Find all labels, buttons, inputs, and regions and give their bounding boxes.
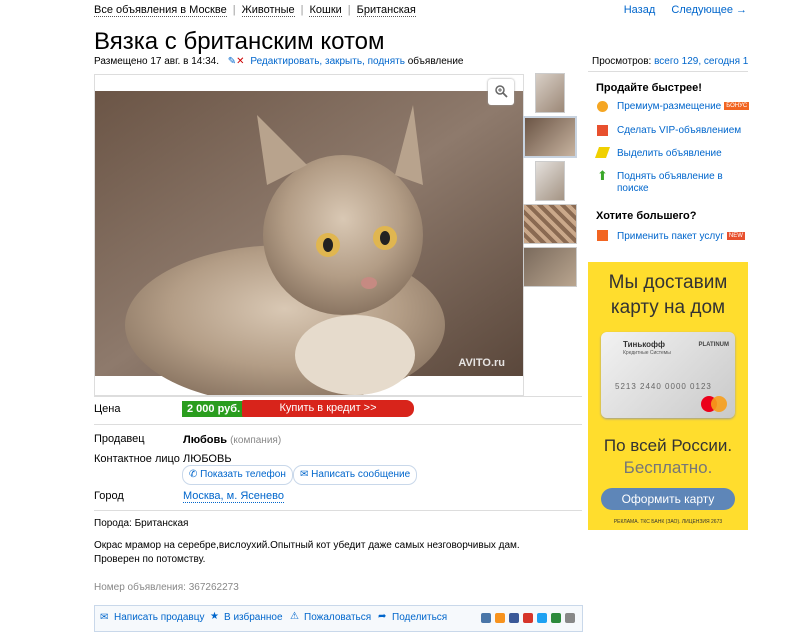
views-value[interactable]: всего 129, сегодня 1 [654,56,748,67]
share-link[interactable]: Поделиться [392,612,447,623]
odnoklassniki-share-icon[interactable] [495,613,505,623]
thumbnail[interactable] [523,247,577,287]
write-seller-link[interactable]: Написать продавцу [114,612,204,623]
city-value[interactable]: Москва, м. Ясенево [183,490,284,503]
favorites-link[interactable]: В избранное [224,612,283,623]
livejournal-share-icon[interactable] [551,613,561,623]
card-tier: PLATINUM [698,342,729,348]
banner-fine-print: РЕКЛАМА. ТКС БАНК (ЗАО). ЛИЦЕНЗИЯ 2673 [613,519,723,525]
photo-watermark: AVITO.ru [458,357,505,369]
contact-name: ЛЮБОВЬ [183,453,232,465]
write-message-label: Написать сообщение [311,469,411,480]
twitter-share-icon[interactable] [537,613,547,623]
views-counter: Просмотров: всего 129, сегодня 1 [592,56,748,67]
show-phone-label: Показать телефон [200,469,286,480]
ad-number: Номер объявления: 367262273 [94,582,239,593]
buy-on-credit-button[interactable]: Купить в кредит >> [242,400,414,417]
envelope-icon: ✉ [300,469,309,480]
description: Окрас мрамор на серебре,вислоухий.Опытны… [94,540,520,565]
write-seller-icon: ✉ [100,612,109,623]
sell-faster-title: Продайте быстрее! [596,82,702,94]
divider [94,510,582,511]
raise-ad-link[interactable]: Поднять объявление в поиске [617,171,727,195]
card-sub: Кредитные Системы [623,350,671,356]
banner-line2: карту на дом [610,297,726,318]
next-link[interactable]: Следующее → [671,4,747,16]
page-title: Вязка с британским котом [94,28,385,55]
want-more-title: Хотите большего? [596,210,697,222]
credit-card-image: Тинькофф Кредитные Системы PLATINUM 5213… [601,332,735,418]
banner-line1: Мы доставим [608,272,728,293]
link-share-icon[interactable] [565,613,575,623]
show-phone-button[interactable]: ✆ Показать телефон [182,465,293,485]
edit-ad-link[interactable]: Редактировать, закрыть, поднять [250,56,405,67]
contact-label: Контактное лицо [94,453,180,465]
order-card-button[interactable]: Оформить карту [601,488,735,510]
phone-icon: ✆ [189,469,198,480]
city-label: Город [94,490,124,502]
apply-package-label: Применить пакет услуг [617,231,724,242]
facebook-share-icon[interactable] [509,613,519,623]
divider [588,71,748,72]
banner-line4: Бесплатно. [623,458,713,477]
apply-package-link[interactable]: Применить пакет услуг NEW [617,231,745,243]
complain-link[interactable]: Пожаловаться [304,612,371,623]
banner-line3: По всей России. [603,436,733,455]
warning-icon: ⚠ [290,611,299,622]
magnifier-icon [494,84,508,101]
edit-suffix: объявление [407,56,464,67]
bonus-badge: БОНУС [724,102,750,111]
premium-placement-link[interactable]: Премиум-размещение БОНУС [617,101,750,113]
share-icon: ➦ [378,611,387,622]
seller-label: Продавец [94,433,145,445]
thumbnail[interactable] [523,204,577,244]
seller: Любовь (компания) [183,434,281,446]
coin-icon [597,101,608,112]
breadcrumb-british[interactable]: Британская [356,4,416,17]
vk-share-icon[interactable] [481,613,491,623]
card-brand: Тинькофф [623,340,666,349]
breadcrumb-separator: | [347,4,351,16]
close-icon: ✕ [236,56,245,67]
thumbnail-selected[interactable] [523,116,577,158]
thumbnail[interactable] [535,161,565,201]
breed: Порода: Британская [94,518,189,529]
make-vip-link[interactable]: Сделать VIP-объявлением [617,125,741,137]
price-value: 2 000 руб. [182,401,246,417]
price-label: Цена [94,403,121,415]
divider [94,396,582,397]
breadcrumb: Все объявления в Москве | Животные | Кошки | Б… [94,4,416,17]
main-photo[interactable]: AVITO.ru [94,74,524,396]
vip-icon [597,125,608,136]
breadcrumb-all-ads[interactable]: Все объявления в Москве [94,4,227,17]
back-link[interactable]: Назад [624,4,656,16]
ad-meta: Размещено 17 авг. в 14:34. ✎✕ Редактиров… [94,56,463,67]
breadcrumb-animals[interactable]: Животные [241,4,295,17]
seller-name: Любовь [183,434,228,446]
new-badge: NEW [726,232,745,241]
raise-icon: ⬆ [597,168,608,183]
star-icon: ★ [210,611,219,622]
thumbnail[interactable] [535,73,565,113]
mastercard-logo [701,396,727,412]
seller-type: (компания) [230,435,282,446]
breadcrumb-separator: | [300,4,304,16]
zoom-button[interactable] [488,79,514,105]
pencil-icon: ✎ [227,56,237,67]
mail-share-icon[interactable] [523,613,533,623]
highlight-ad-link[interactable]: Выделить объявление [617,148,722,160]
card-number: 5213 2440 0000 0123 [615,382,712,391]
views-label: Просмотров: [592,56,652,67]
divider [94,424,582,425]
ad-navigation: Назад Следующее → [624,4,747,16]
breadcrumb-separator: | [232,4,236,16]
photo-thumbnails [523,73,579,290]
package-icon [597,230,608,241]
write-message-button[interactable]: ✉ Написать сообщение [293,465,418,485]
breadcrumb-cats[interactable]: Кошки [309,4,342,17]
highlighter-icon [594,147,611,158]
placed-date: Размещено 17 авг. в 14:34. [94,56,219,67]
premium-placement-label: Премиум-размещение [617,101,722,112]
